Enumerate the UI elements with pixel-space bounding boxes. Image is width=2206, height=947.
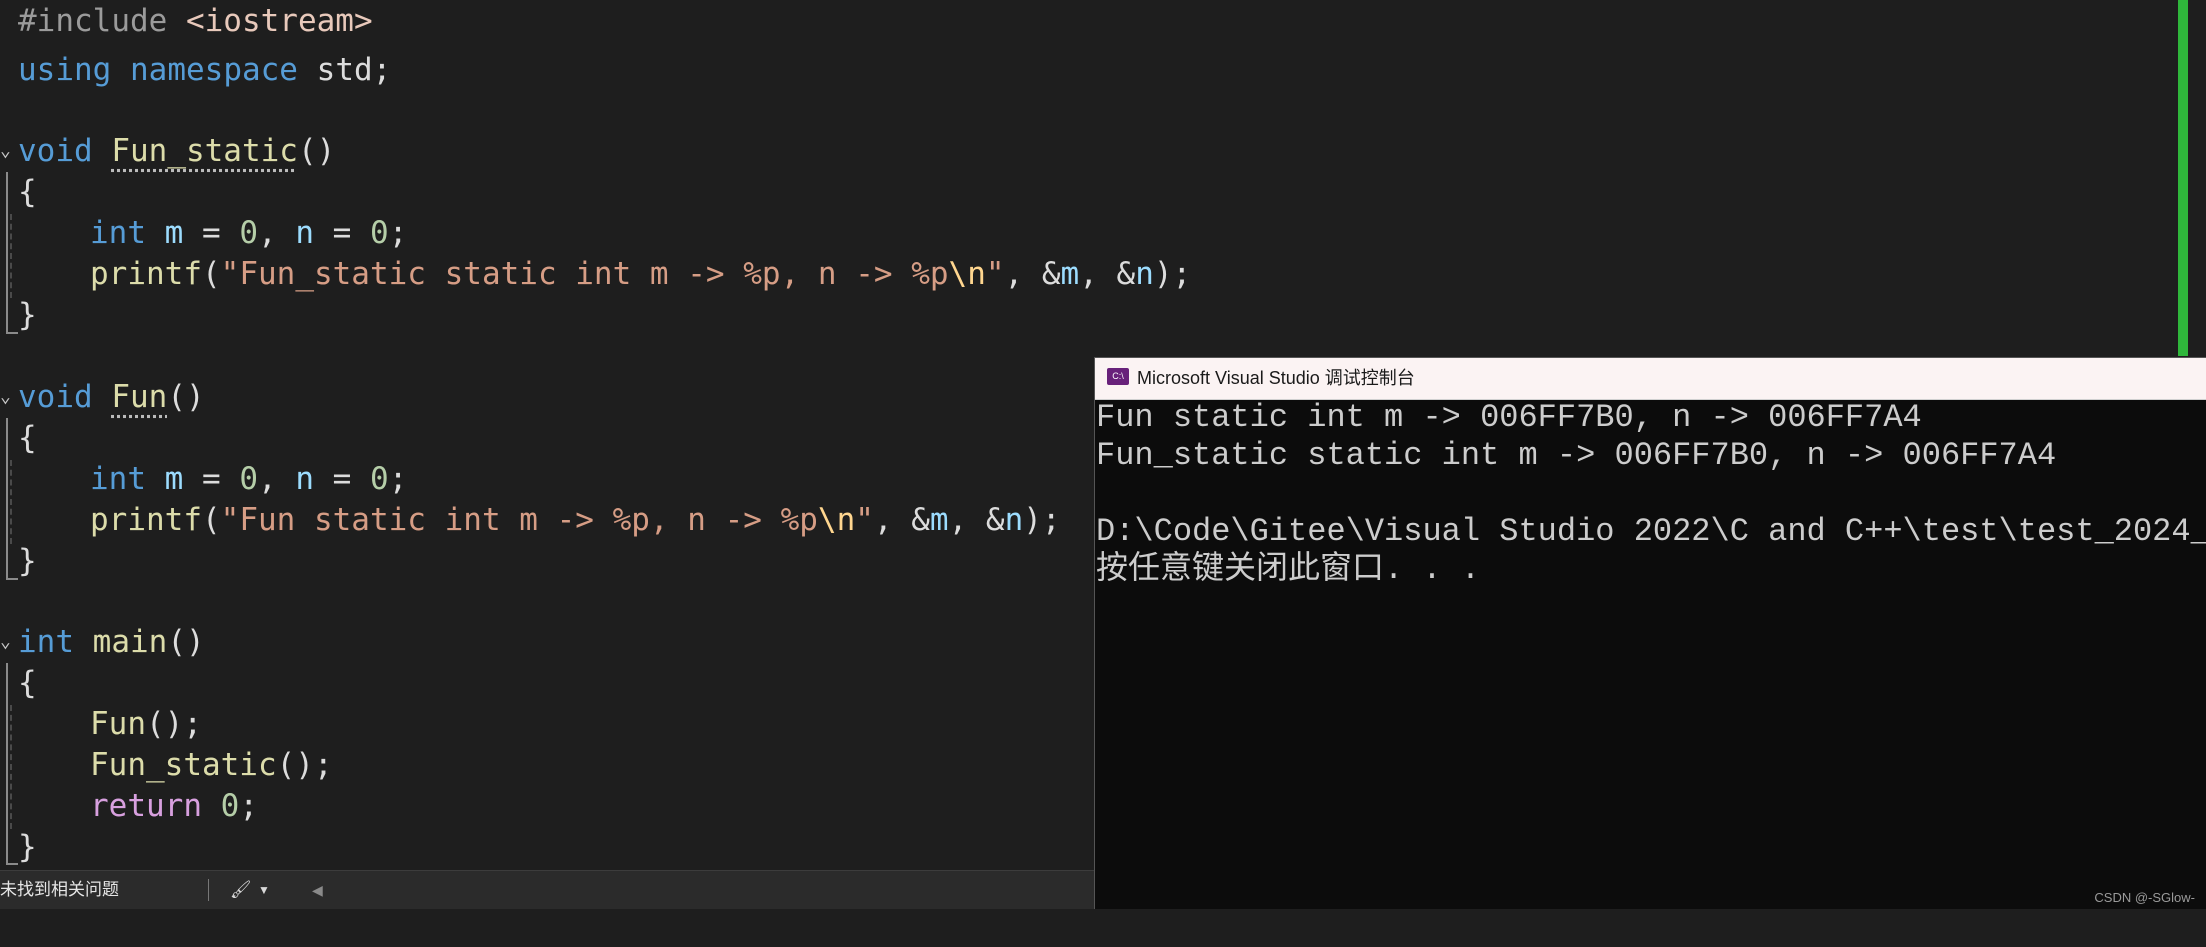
debug-console-window[interactable]: C:\ Microsoft Visual Studio 调试控制台 Fun st…	[1094, 357, 2206, 909]
include-header: <iostream>	[185, 3, 373, 39]
scope-bracket	[6, 663, 18, 865]
console-title: Microsoft Visual Studio 调试控制台	[1137, 368, 1415, 388]
code-line-using: using namespace std;	[18, 52, 392, 88]
format-string: Fun static int m -> %p, n -> %p	[239, 502, 818, 538]
brush-icon[interactable]: 🖌	[230, 871, 252, 909]
fold-chevron-icon[interactable]: ⌄	[0, 131, 14, 171]
scope-bracket	[6, 418, 18, 580]
status-separator	[208, 879, 209, 901]
watermark: CSDN @-SGlow-	[2094, 890, 2195, 905]
fun-static-name[interactable]: Fun_static	[111, 133, 298, 169]
console-title-bar[interactable]: C:\ Microsoft Visual Studio 调试控制台	[1095, 358, 2206, 400]
fun-name[interactable]: Fun	[111, 379, 167, 415]
editor-status-bar: 未找到相关问题 🖌 ▼ ◀	[0, 870, 1095, 909]
console-line: Fun static int m -> 006FF7B0, n -> 006FF…	[1096, 399, 1922, 436]
fold-chevron-icon[interactable]: ⌄	[0, 622, 14, 662]
code-line-main-signature: ⌄ int main()	[0, 622, 205, 662]
console-line: Fun_static static int m -> 006FF7B0, n -…	[1096, 437, 2057, 474]
chevron-down-icon[interactable]: ▼	[258, 871, 270, 909]
console-output[interactable]: Fun static int m -> 006FF7B0, n -> 006FF…	[1095, 399, 2206, 909]
console-line: D:\Code\Gitee\Visual Studio 2022\C and C…	[1096, 513, 2206, 550]
code-line-fun-signature: ⌄ void Fun()	[0, 377, 205, 417]
triangle-left-icon[interactable]: ◀	[312, 871, 323, 909]
code-line-fun-static-signature: ⌄ void Fun_static()	[0, 131, 336, 171]
issues-status-text: 未找到相关问题	[0, 880, 119, 899]
format-string: Fun_static static int m -> %p, n -> %p	[239, 256, 949, 292]
scope-bracket	[6, 172, 18, 334]
fold-chevron-icon[interactable]: ⌄	[0, 377, 14, 417]
scrollbar-change-marker[interactable]	[2178, 0, 2188, 356]
console-app-icon: C:\	[1107, 368, 1129, 385]
main-name: main	[92, 624, 168, 660]
include-directive: #include	[18, 3, 168, 39]
code-line-include: #include <iostream>	[0, 1, 373, 41]
console-line: 按任意键关闭此窗口. . .	[1096, 551, 1481, 588]
